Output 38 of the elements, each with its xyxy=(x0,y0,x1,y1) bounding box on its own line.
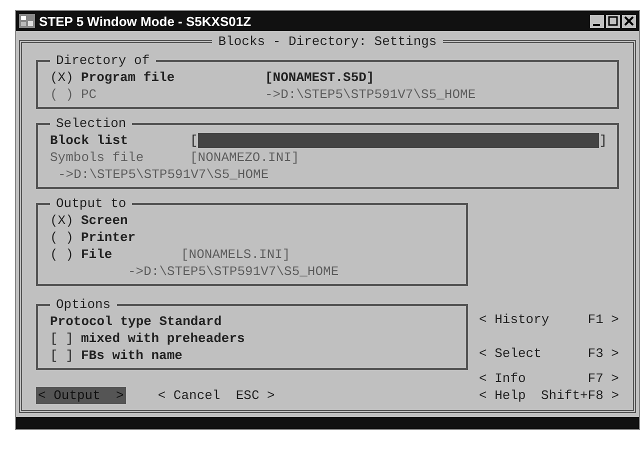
maximize-icon[interactable] xyxy=(606,14,620,28)
path-text: ->D:\STEP5\STP591V7\S5_HOME xyxy=(57,166,269,183)
radio-label[interactable]: Printer xyxy=(81,229,136,246)
app-icon xyxy=(19,14,35,28)
checkbox-marker[interactable]: [ ] xyxy=(50,347,81,364)
path-text: ->D:\STEP5\STP591V7\S5_HOME xyxy=(127,263,339,280)
dialog-button[interactable]: < Info F7 > xyxy=(479,370,619,387)
radio-label[interactable]: Screen xyxy=(81,212,128,229)
group-title: Selection xyxy=(55,115,128,132)
file-name: [NONAMELS.INI] xyxy=(181,246,290,263)
radio-marker[interactable]: ( ) xyxy=(50,246,81,263)
field-label: Block list xyxy=(50,132,130,149)
window-title: STEP 5 Window Mode - S5KXS01Z xyxy=(39,14,252,28)
field-label: Symbols file xyxy=(50,149,145,166)
checkbox-label[interactable]: mixed with preheaders xyxy=(81,330,245,347)
radio-label[interactable]: File xyxy=(81,246,181,263)
bracket: ] xyxy=(599,132,607,149)
group-title: Options xyxy=(55,296,112,313)
radio-marker[interactable]: ( ) xyxy=(50,229,81,246)
option-text: Protocol type Standard xyxy=(50,313,223,330)
dialog-button[interactable]: < Help Shift+F8 > xyxy=(479,387,619,404)
close-icon[interactable] xyxy=(622,14,636,28)
minimize-icon[interactable] xyxy=(590,14,604,28)
path-text: ->D:\STEP5\STP591V7\S5_HOME xyxy=(265,86,476,103)
dialog-button[interactable]: < History F1 > xyxy=(479,311,619,328)
path-text: [NONAMEST.S5D] xyxy=(265,69,374,86)
group-title: Directory of xyxy=(55,52,151,69)
radio-marker[interactable]: (X) xyxy=(50,69,81,86)
bracket: [ xyxy=(190,132,198,149)
dialog-button[interactable]: < Select F3 > xyxy=(479,345,619,362)
radio-marker[interactable]: (X) xyxy=(50,212,81,229)
group-title: Output to xyxy=(55,195,128,212)
radio-label[interactable]: Program file xyxy=(81,69,265,86)
checkbox-label[interactable]: FBs with name xyxy=(81,347,182,364)
checkbox-marker[interactable]: [ ] xyxy=(50,330,81,347)
dialog-title: Blocks - Directory: Settings xyxy=(217,33,438,50)
dialog-button[interactable]: < Cancel ESC > xyxy=(156,387,277,404)
file-name: [NONAMEZO.INI] xyxy=(190,149,300,166)
